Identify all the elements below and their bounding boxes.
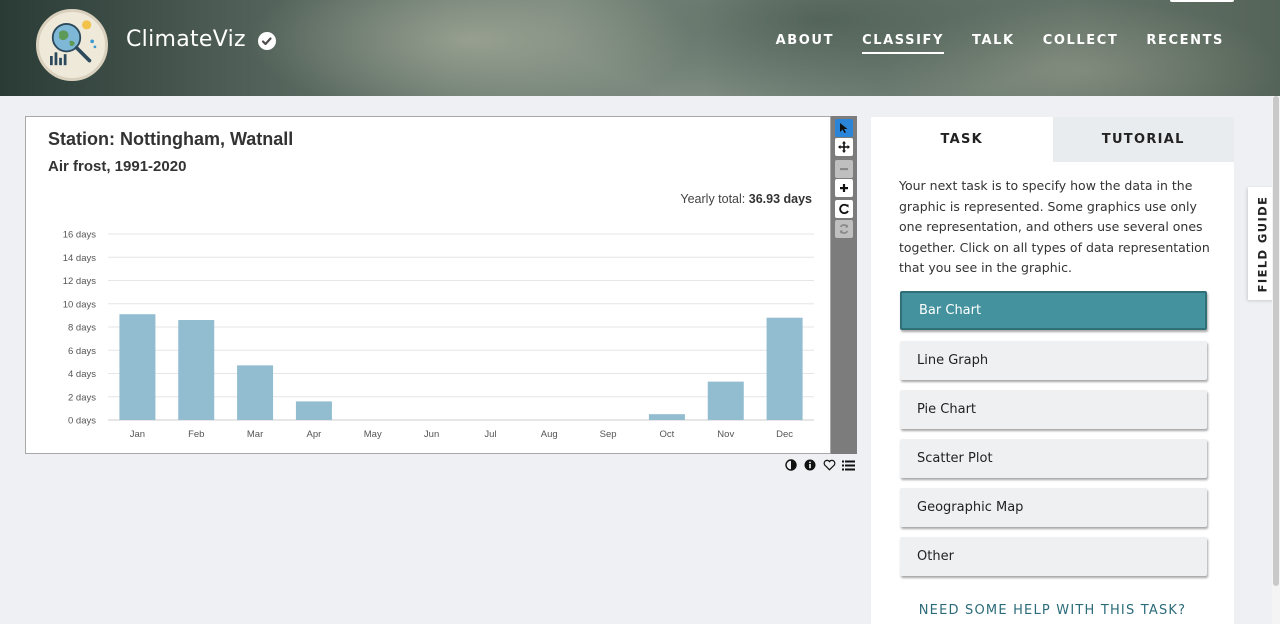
site-header: ClimateViz ABOUT CLASSIFY TALK COLLECT R… (0, 0, 1280, 96)
page-scrollbar-thumb[interactable] (1273, 96, 1279, 586)
x-tick-label: Apr (307, 429, 322, 440)
climateviz-logo-icon (50, 20, 97, 66)
nav-about[interactable]: ABOUT (776, 33, 834, 54)
tab-task[interactable]: TASK (871, 117, 1053, 162)
reset-icon[interactable] (835, 220, 853, 238)
nav-recents[interactable]: RECENTS (1146, 33, 1224, 54)
y-tick-label: 6 days (68, 346, 96, 357)
pointer-icon[interactable] (835, 119, 853, 137)
move-icon[interactable] (835, 138, 853, 156)
rotate-icon[interactable] (835, 200, 853, 218)
project-title[interactable]: ClimateViz (126, 27, 246, 52)
bar (178, 320, 215, 420)
bar (119, 314, 156, 420)
invert-icon[interactable] (783, 457, 799, 473)
language-select[interactable] (1170, 0, 1234, 2)
x-tick-label: Jul (484, 429, 496, 440)
task-panel: TASK TUTORIAL Your next task is to speci… (871, 117, 1234, 624)
x-tick-label: Mar (247, 429, 263, 440)
answer-scatter-plot[interactable]: Scatter Plot (900, 439, 1207, 478)
project-nav: ABOUT CLASSIFY TALK COLLECT RECENTS (776, 33, 1224, 54)
x-tick-label: Oct (660, 429, 675, 440)
nav-classify[interactable]: CLASSIFY (862, 33, 945, 54)
bar (648, 414, 685, 420)
y-tick-label: 4 days (68, 369, 96, 380)
collections-icon[interactable] (840, 457, 856, 473)
project-logo[interactable] (36, 9, 108, 81)
y-tick-label: 8 days (68, 323, 96, 334)
answer-bar-chart[interactable]: Bar Chart (900, 291, 1207, 330)
task-help-link[interactable]: NEED SOME HELP WITH THIS TASK? (871, 603, 1234, 618)
task-tabs: TASK TUTORIAL (871, 117, 1234, 162)
answer-pie-chart[interactable]: Pie Chart (900, 390, 1207, 429)
tab-tutorial[interactable]: TUTORIAL (1052, 117, 1234, 162)
task-question: Your next task is to specify how the dat… (899, 178, 1210, 275)
x-tick-label: Feb (188, 429, 204, 440)
x-tick-label: Nov (717, 429, 734, 440)
y-tick-label: 10 days (63, 299, 97, 310)
subject-viewer[interactable]: Station: Nottingham, Watnall Air frost, … (25, 116, 831, 454)
y-tick-label: 2 days (68, 392, 96, 403)
x-tick-label: Dec (776, 429, 793, 440)
field-guide-label: FIELD GUIDE (1255, 195, 1270, 292)
bar (237, 365, 274, 420)
favorite-icon[interactable] (821, 457, 837, 473)
viewer-toolbar (831, 116, 857, 454)
bar (295, 401, 332, 420)
zoom-out-icon[interactable] (835, 160, 853, 178)
y-tick-label: 14 days (63, 253, 97, 264)
x-tick-label: Sep (600, 429, 617, 440)
answer-other[interactable]: Other (900, 537, 1207, 576)
viewer-actions (783, 457, 856, 473)
x-tick-label: Jun (424, 429, 439, 440)
answer-geographic-map[interactable]: Geographic Map (900, 488, 1207, 527)
y-tick-label: 16 days (63, 230, 97, 241)
y-tick-label: 0 days (68, 416, 96, 427)
x-tick-label: Jan (130, 429, 145, 440)
zoom-in-icon[interactable] (835, 179, 853, 197)
info-icon[interactable] (802, 457, 818, 473)
nav-collect[interactable]: COLLECT (1043, 33, 1119, 54)
bar-chart: 0 days 2 days 4 days 6 days 8 days 10 days 12 … (63, 230, 814, 440)
x-tick-label: Aug (541, 429, 558, 440)
bar (707, 381, 744, 420)
bar (766, 317, 803, 420)
answer-line-graph[interactable]: Line Graph (900, 341, 1207, 380)
x-tick-label: May (364, 429, 382, 440)
nav-talk[interactable]: TALK (972, 33, 1015, 54)
y-tick-label: 12 days (63, 276, 97, 287)
verified-badge-icon (258, 32, 276, 50)
